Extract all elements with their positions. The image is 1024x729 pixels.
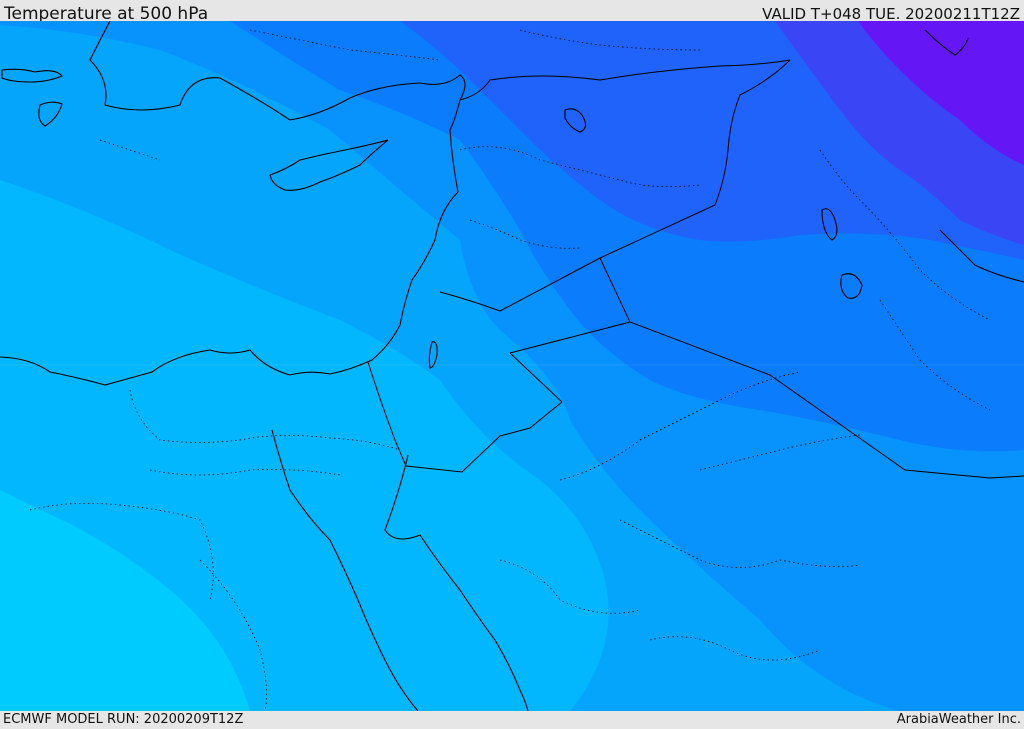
temperature-map[interactable]: [0, 21, 1024, 711]
provider-credit: ArabiaWeather Inc.: [896, 712, 1021, 727]
model-run-label: ECMWF MODEL RUN: 20200209T12Z: [3, 712, 244, 727]
